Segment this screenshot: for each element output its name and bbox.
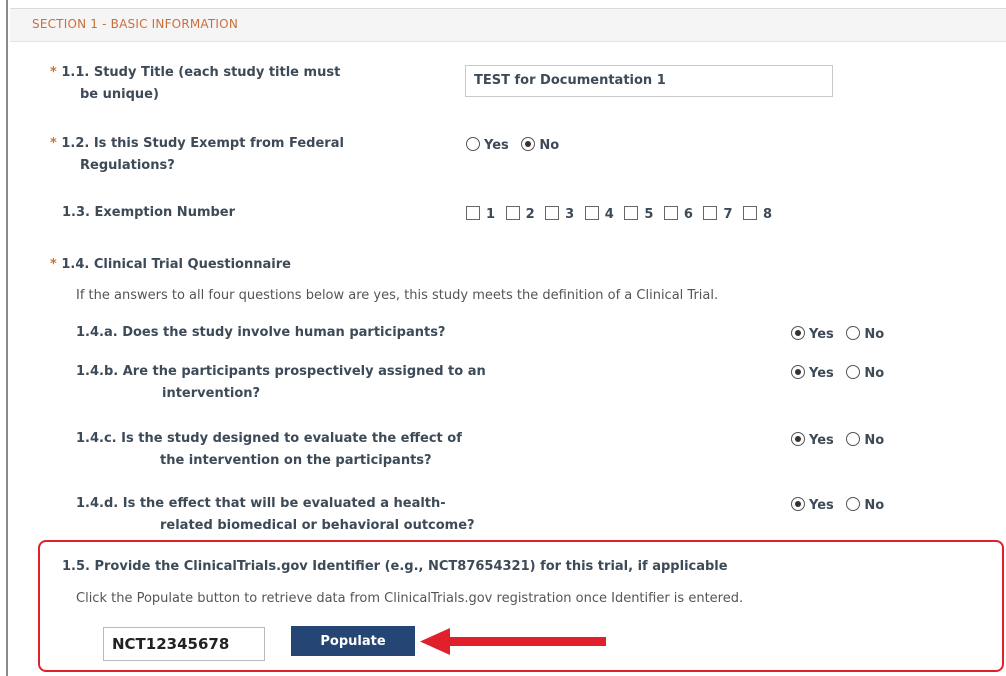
q1-4-label: * 1.4. Clinical Trial Questionnaire	[50, 257, 291, 272]
q1-1-label: * 1.1. Study Title (each study title mus…	[50, 65, 341, 80]
exempt-yes-radio[interactable]	[466, 137, 480, 151]
exemption-8-checkbox[interactable]	[743, 206, 758, 220]
exempt-radio-group: Yes No	[466, 137, 567, 153]
q1-4d-yes-radio[interactable]	[791, 497, 805, 511]
q1-4c-no-radio[interactable]	[846, 432, 861, 446]
q1-4d-label-line2: related biomedical or behavioral outcome…	[160, 518, 475, 533]
exempt-no-radio[interactable]	[521, 137, 536, 151]
q1-1-label-line2: be unique)	[80, 87, 159, 102]
left-border	[0, 0, 8, 676]
exemption-3-checkbox[interactable]	[545, 206, 560, 220]
exemption-2-checkbox[interactable]	[505, 206, 520, 220]
q1-4c-label-line2: the intervention on the participants?	[160, 453, 432, 468]
q1-4a-no-radio[interactable]	[846, 326, 861, 340]
q1-4d-radio-group: Yes No	[791, 497, 892, 513]
exemption-5-checkbox[interactable]	[624, 206, 639, 220]
q1-4b-label-line2: intervention?	[162, 386, 261, 401]
exemption-4-checkbox[interactable]	[584, 206, 599, 220]
q1-4d-no-radio[interactable]	[846, 497, 861, 511]
red-arrow-icon	[420, 628, 606, 655]
q1-5-help: Click the Populate button to retrieve da…	[76, 591, 744, 606]
q1-4b-label: 1.4.b. Are the participants prospectivel…	[76, 364, 486, 379]
q1-5-label: 1.5. Provide the ClinicalTrials.gov Iden…	[62, 559, 728, 574]
q1-4-instructions: If the answers to all four questions bel…	[76, 288, 719, 303]
section-title: SECTION 1 - BASIC INFORMATION	[32, 17, 238, 31]
q1-4b-no-radio[interactable]	[846, 365, 861, 379]
exemption-1-checkbox[interactable]	[466, 206, 480, 220]
q1-4c-yes-radio[interactable]	[791, 432, 805, 446]
q1-2-label-line2: Regulations?	[80, 158, 175, 173]
exemption-6-checkbox[interactable]	[663, 206, 678, 220]
q1-4b-radio-group: Yes No	[791, 365, 892, 381]
q1-4b-yes-radio[interactable]	[791, 365, 805, 379]
populate-button[interactable]: Populate	[291, 626, 415, 656]
required-marker: *	[50, 65, 57, 80]
q1-4a-radio-group: Yes No	[791, 326, 892, 342]
q1-3-label: 1.3. Exemption Number	[62, 205, 236, 220]
exemption-7-checkbox[interactable]	[703, 206, 718, 220]
q1-4c-label: 1.4.c. Is the study designed to evaluate…	[76, 431, 462, 446]
q1-4a-yes-radio[interactable]	[791, 326, 805, 340]
clinicaltrials-id-input[interactable]: NCT12345678	[103, 627, 265, 661]
q1-4c-radio-group: Yes No	[791, 432, 892, 448]
exemption-number-checkboxes: 1 2 3 4 5 6 7 8	[466, 206, 778, 222]
q1-4a-label: 1.4.a. Does the study involve human part…	[76, 325, 446, 340]
study-title-input[interactable]: TEST for Documentation 1	[465, 65, 833, 97]
q1-4d-label: 1.4.d. Is the effect that will be evalua…	[76, 496, 446, 511]
section-header: SECTION 1 - BASIC INFORMATION	[10, 8, 1006, 42]
q1-2-label: * 1.2. Is this Study Exempt from Federal	[50, 136, 344, 151]
